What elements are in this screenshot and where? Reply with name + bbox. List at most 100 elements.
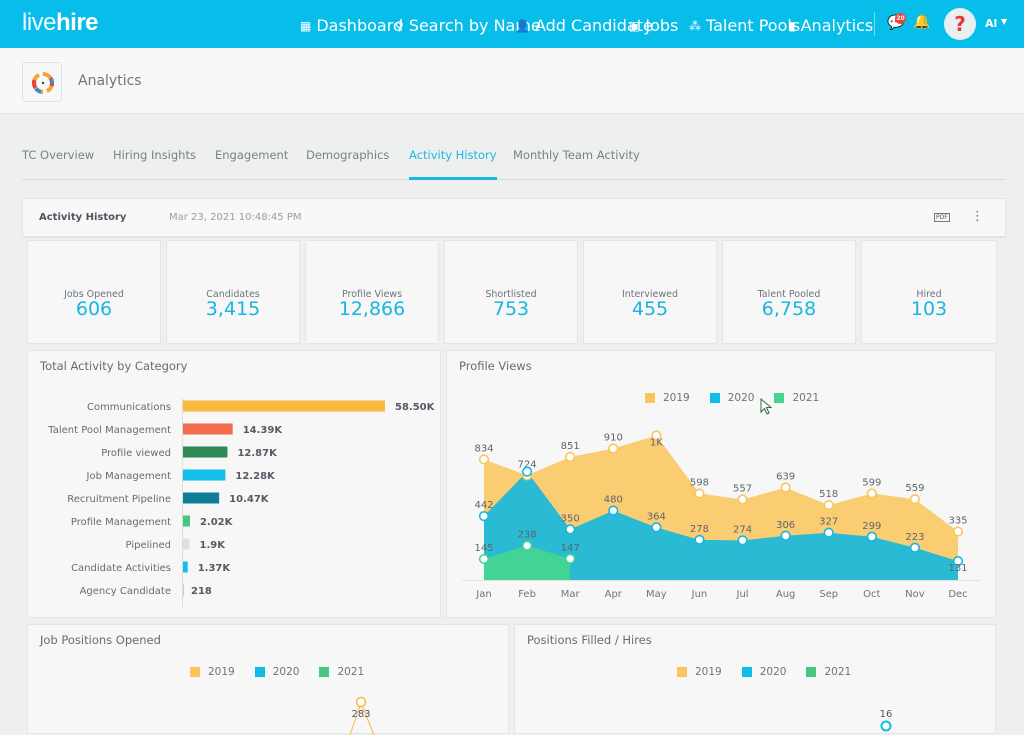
data-point-2019[interactable] [823,500,834,511]
data-label-2020: 327 [819,517,838,528]
data-point-2020[interactable] [521,466,533,477]
data-point-2019[interactable] [737,494,748,505]
x-tick-label: Mar [561,589,581,600]
x-tick-label: Jun [691,589,708,600]
tab-activity-history[interactable]: Activity History [409,148,497,180]
data-label-2021: 147 [561,543,580,554]
bar-category-label: Profile viewed [101,448,171,459]
data-label-2020: 364 [647,511,666,522]
data-point-2020[interactable] [478,511,490,522]
data-point-2020[interactable] [866,531,877,542]
data-label-2019: 557 [733,483,752,494]
data-point-2019[interactable] [952,526,964,537]
tab-demographics[interactable]: Demographics [306,148,389,180]
data-point-2020[interactable] [823,527,834,538]
data-point-2021[interactable] [478,553,490,565]
data-point-2020[interactable] [565,524,576,535]
tab-tc-overview[interactable]: TC Overview [22,148,94,180]
bar[interactable] [183,446,228,458]
bar[interactable] [183,515,190,527]
data-point-2021[interactable] [565,553,576,564]
bar-category-label: Candidate Activities [71,563,171,574]
bar[interactable] [183,400,385,412]
bar[interactable] [183,469,226,481]
bar-value-label: 12.87K [237,448,278,459]
data-point-2020[interactable] [608,505,619,516]
data-label-2019: 910 [604,432,623,443]
bar-category-label: Profile Management [71,517,171,528]
bar-value-label: 1.9K [200,540,227,551]
bar-category-label: Agency Candidate [80,586,171,597]
section-title: Activity History [39,212,127,223]
data-label-2021: 238 [518,530,537,541]
bell-icon[interactable]: 🔔 [913,14,930,30]
tab-engagement[interactable]: Engagement [215,148,288,180]
data-point[interactable] [880,720,892,732]
stat-profile-views: Profile Views 12,866 [305,240,439,344]
bar[interactable] [183,538,190,550]
total-activity-bar-chart: Communications 58.50K Talent Pool Manageme… [47,398,436,607]
bar-value-label: 1.37K [198,563,232,574]
mouse-cursor-icon [760,398,773,415]
data-point-2020[interactable] [694,534,705,545]
page-header: Analytics [0,48,1024,114]
data-point-2020[interactable] [909,542,921,553]
bar[interactable] [183,561,188,573]
livehire-logo[interactable]: livehire [22,9,99,37]
pdf-export-icon[interactable]: PDF [934,213,950,222]
data-point-2019[interactable] [780,482,791,493]
tab-monthly-team-activity[interactable]: Monthly Team Activity [513,148,640,180]
data-point-2019[interactable] [909,494,921,505]
bar-chart-icon: ▮ [789,18,796,33]
data-label-2020: 299 [862,521,881,532]
data-label-2020: 278 [690,524,709,535]
data-point-2020[interactable] [780,530,791,541]
data-label: 283 [351,709,370,720]
data-point-2019[interactable] [866,488,877,499]
x-tick-label: Jan [475,589,491,600]
nav-talent-pools[interactable]: ⁂ Talent Pools [689,16,800,35]
data-point[interactable] [355,696,367,708]
stat-hired: Hired 103 [861,240,997,344]
nav-dashboard[interactable]: ▦ Dashboard [300,16,403,35]
bar-category-label: Job Management [86,471,172,482]
top-navigation-bar: livehire ▦ Dashboard ⚲ Search by Name 👤 Add… [0,0,1024,48]
data-label: 16 [880,709,893,720]
data-point-2019[interactable] [565,451,576,463]
data-label-2021: 145 [474,543,493,554]
x-tick-label: Sep [819,589,838,600]
chevron-down-icon[interactable]: ▼ [1001,17,1007,26]
data-label-2019: 834 [474,443,493,454]
data-point-2019[interactable] [608,443,619,454]
more-options-icon[interactable]: ⋮ [971,209,984,224]
tab-hiring-insights[interactable]: Hiring Insights [113,148,196,180]
total-activity-panel: Total Activity by Category Communication… [27,350,441,618]
stat-shortlisted: Shortlisted 753 [444,240,578,344]
avatar[interactable]: ? [944,8,976,40]
x-tick-label: Jul [736,589,749,600]
data-point-2020[interactable] [651,522,662,533]
briefcase-icon: ▣ [629,18,641,33]
nav-jobs[interactable]: ▣ Jobs [629,16,678,35]
bar[interactable] [183,423,233,435]
bar-value-label: 2.02K [200,517,234,528]
bar-category-label: Pipelined [126,540,171,551]
bar-category-label: Talent Pool Management [47,425,171,436]
data-point-2019[interactable] [694,488,705,499]
job-positions-opened-panel: Job Positions Opened 2019 2020 2021 283 [27,624,509,735]
bar[interactable] [183,584,184,596]
add-user-icon: 👤 [515,18,530,33]
user-name[interactable]: Al [985,17,997,30]
x-tick-label: Aug [776,589,796,600]
x-tick-label: May [646,589,667,600]
job-positions-chart: 283 [349,696,375,735]
nav-analytics[interactable]: ▮ Analytics [789,16,873,35]
messages-badge: 20 [895,13,906,24]
data-point-2020[interactable] [737,535,748,546]
profile-views-panel: Profile Views 2019 2020 2021 834 724 851 91… [446,350,996,618]
data-label-2020: 223 [905,532,924,543]
data-point-2021[interactable] [521,540,533,551]
bar[interactable] [183,492,220,504]
bar-value-label: 14.39K [243,425,284,436]
data-point-2019[interactable] [478,454,490,465]
